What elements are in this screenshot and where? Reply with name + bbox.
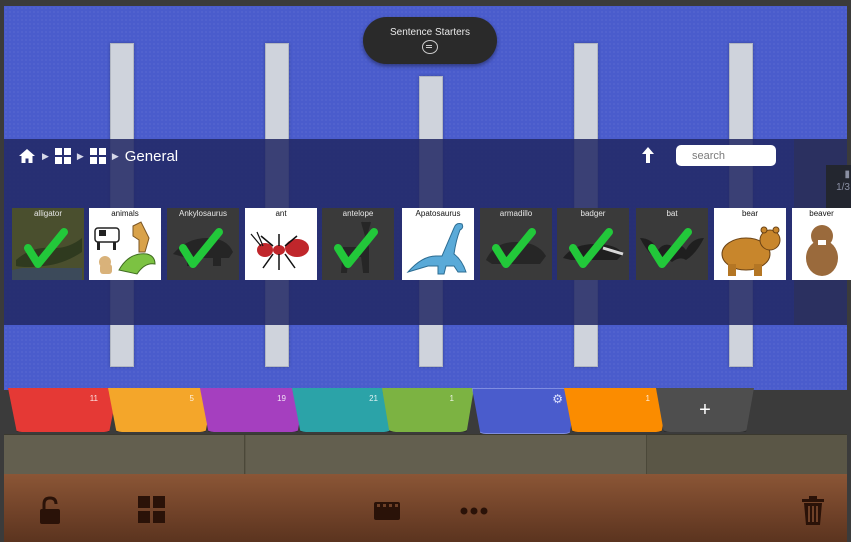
tile-label: bat — [666, 209, 678, 218]
tab-count: 19 — [277, 394, 286, 403]
speech-bubble-icon — [422, 40, 438, 54]
tab-blue-active[interactable]: ⚙ — [472, 388, 578, 434]
tab-green[interactable]: 1 — [382, 388, 474, 432]
more-icon[interactable] — [460, 507, 488, 515]
tile-label: armadillo — [499, 209, 533, 218]
tile-beaver[interactable]: beaver — [792, 208, 851, 280]
shelf-slot — [4, 435, 245, 475]
bottom-toolbar — [4, 474, 847, 542]
tab-count: 21 — [369, 394, 378, 403]
up-arrow-icon[interactable] — [640, 146, 656, 164]
badger-icon — [563, 228, 624, 268]
tile-label: alligator — [33, 209, 62, 218]
tile-apatosaurus[interactable]: Apatosaurus — [402, 208, 474, 280]
tile-label: animals — [111, 209, 139, 218]
gear-icon[interactable]: ⚙ — [552, 392, 563, 406]
tile-bat[interactable]: bat — [636, 208, 708, 280]
tab-orange[interactable]: 5 — [108, 388, 214, 432]
trash-icon[interactable] — [802, 496, 824, 526]
sentence-starters-label: Sentence Starters — [389, 27, 471, 38]
tile-label: badger — [580, 209, 606, 218]
bat-icon — [640, 228, 704, 268]
tab-purple[interactable]: 19 — [200, 388, 306, 432]
tab-count: 1 — [449, 394, 454, 403]
tile-animals[interactable]: animals — [89, 208, 161, 280]
tile-label: Ankylosaurus — [178, 209, 228, 218]
beaver-icon — [806, 225, 838, 276]
grid-icon[interactable] — [54, 148, 71, 164]
tab-orange-2[interactable]: 1 — [564, 388, 670, 432]
page-indicator: ▮ 1/3 — [826, 165, 851, 210]
grid-icon[interactable] — [89, 148, 106, 164]
tile-alligator[interactable]: alligator — [12, 208, 84, 280]
plus-icon: + — [699, 398, 711, 421]
tab-teal[interactable]: 21 — [292, 388, 398, 432]
breadcrumb-separator: ▶ — [42, 150, 49, 161]
breadcrumb-current: General — [124, 147, 179, 165]
home-icon[interactable] — [18, 148, 36, 164]
tab-count: 1 — [645, 394, 650, 403]
shelf-slot — [246, 435, 647, 475]
tile-label: beaver — [809, 209, 834, 218]
tile-badger[interactable]: badger — [557, 208, 629, 280]
alligator-icon — [12, 208, 84, 280]
tab-count: 5 — [189, 394, 194, 403]
category-tabs: 11 5 19 21 1 ⚙ 1 + — [4, 388, 847, 434]
tile-label: Apatosaurus — [415, 209, 461, 218]
bear-icon — [721, 226, 781, 276]
armadillo-icon — [486, 228, 546, 268]
grid-icon[interactable] — [138, 496, 166, 524]
search-input[interactable] — [676, 145, 776, 166]
breadcrumb-separator: ▶ — [111, 150, 119, 161]
ant-icon — [250, 231, 309, 270]
tile-armadillo[interactable]: armadillo — [480, 208, 552, 280]
animals-icon — [94, 221, 156, 275]
tile-antelope[interactable]: antelope — [322, 208, 394, 280]
film-icon[interactable] — [374, 500, 400, 522]
workspace-shelf — [4, 434, 847, 475]
tile-label: bear — [741, 209, 758, 218]
breadcrumb: ▶ ▶ ▶ General — [18, 146, 178, 166]
tab-count: 11 — [89, 394, 98, 403]
tab-red[interactable]: 11 — [8, 388, 118, 432]
tile-ankylosaurus[interactable]: Ankylosaurus — [167, 208, 239, 280]
add-tab-button[interactable]: + — [656, 388, 754, 432]
tile-ant[interactable]: ant — [245, 208, 317, 280]
lock-open-icon[interactable] — [38, 496, 62, 526]
tile-label: antelope — [342, 209, 374, 218]
breadcrumb-separator: ▶ — [76, 150, 84, 161]
ankylosaurus-icon — [173, 228, 233, 268]
sentence-starters-button[interactable]: Sentence Starters — [363, 17, 497, 64]
tile-label: ant — [275, 209, 287, 218]
tile-bear[interactable]: bear — [714, 208, 786, 280]
antelope-icon — [334, 221, 378, 273]
apatosaurus-icon — [406, 223, 467, 275]
